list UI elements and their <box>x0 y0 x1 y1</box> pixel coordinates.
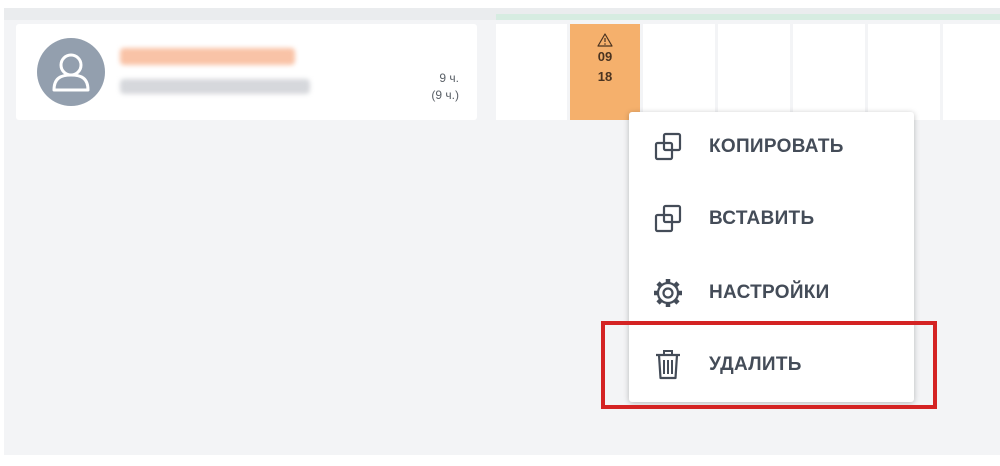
shift-cell[interactable]: 09 18 <box>570 24 640 120</box>
schedule-header-strip <box>4 8 1000 20</box>
day-cell[interactable] <box>496 24 567 120</box>
menu-item-label: НАСТРОЙКИ <box>709 282 830 303</box>
paste-icon <box>651 202 685 236</box>
employee-hours: 9 ч. (9 ч.) <box>431 70 459 104</box>
day-cell[interactable] <box>718 24 790 120</box>
warning-icon <box>597 33 613 47</box>
shift-end: 18 <box>597 69 613 84</box>
employee-name-redacted <box>120 48 295 65</box>
day-cell[interactable] <box>643 24 715 120</box>
menu-item-copy[interactable]: КОПИРОВАТЬ <box>629 112 914 182</box>
day-cell[interactable] <box>868 24 940 120</box>
menu-item-label: КОПИРОВАТЬ <box>709 136 844 157</box>
day-cell[interactable] <box>943 24 1000 120</box>
employee-card[interactable]: 9 ч. (9 ч.) <box>16 24 477 120</box>
employee-role-redacted <box>120 79 310 94</box>
schedule-header-days-strip <box>496 14 1000 20</box>
menu-item-paste[interactable]: ВСТАВИТЬ <box>629 184 914 254</box>
copy-icon <box>651 130 685 164</box>
shift-start: 09 <box>597 49 613 64</box>
menu-item-settings[interactable]: НАСТРОЙКИ <box>629 258 914 328</box>
avatar <box>37 38 105 106</box>
highlight-frame <box>601 321 937 409</box>
gear-icon <box>651 276 685 310</box>
hours-planned: (9 ч.) <box>431 88 459 102</box>
hours-total: 9 ч. <box>439 71 459 85</box>
user-icon <box>52 53 90 92</box>
menu-item-label: ВСТАВИТЬ <box>709 208 815 229</box>
day-cell[interactable] <box>793 24 865 120</box>
